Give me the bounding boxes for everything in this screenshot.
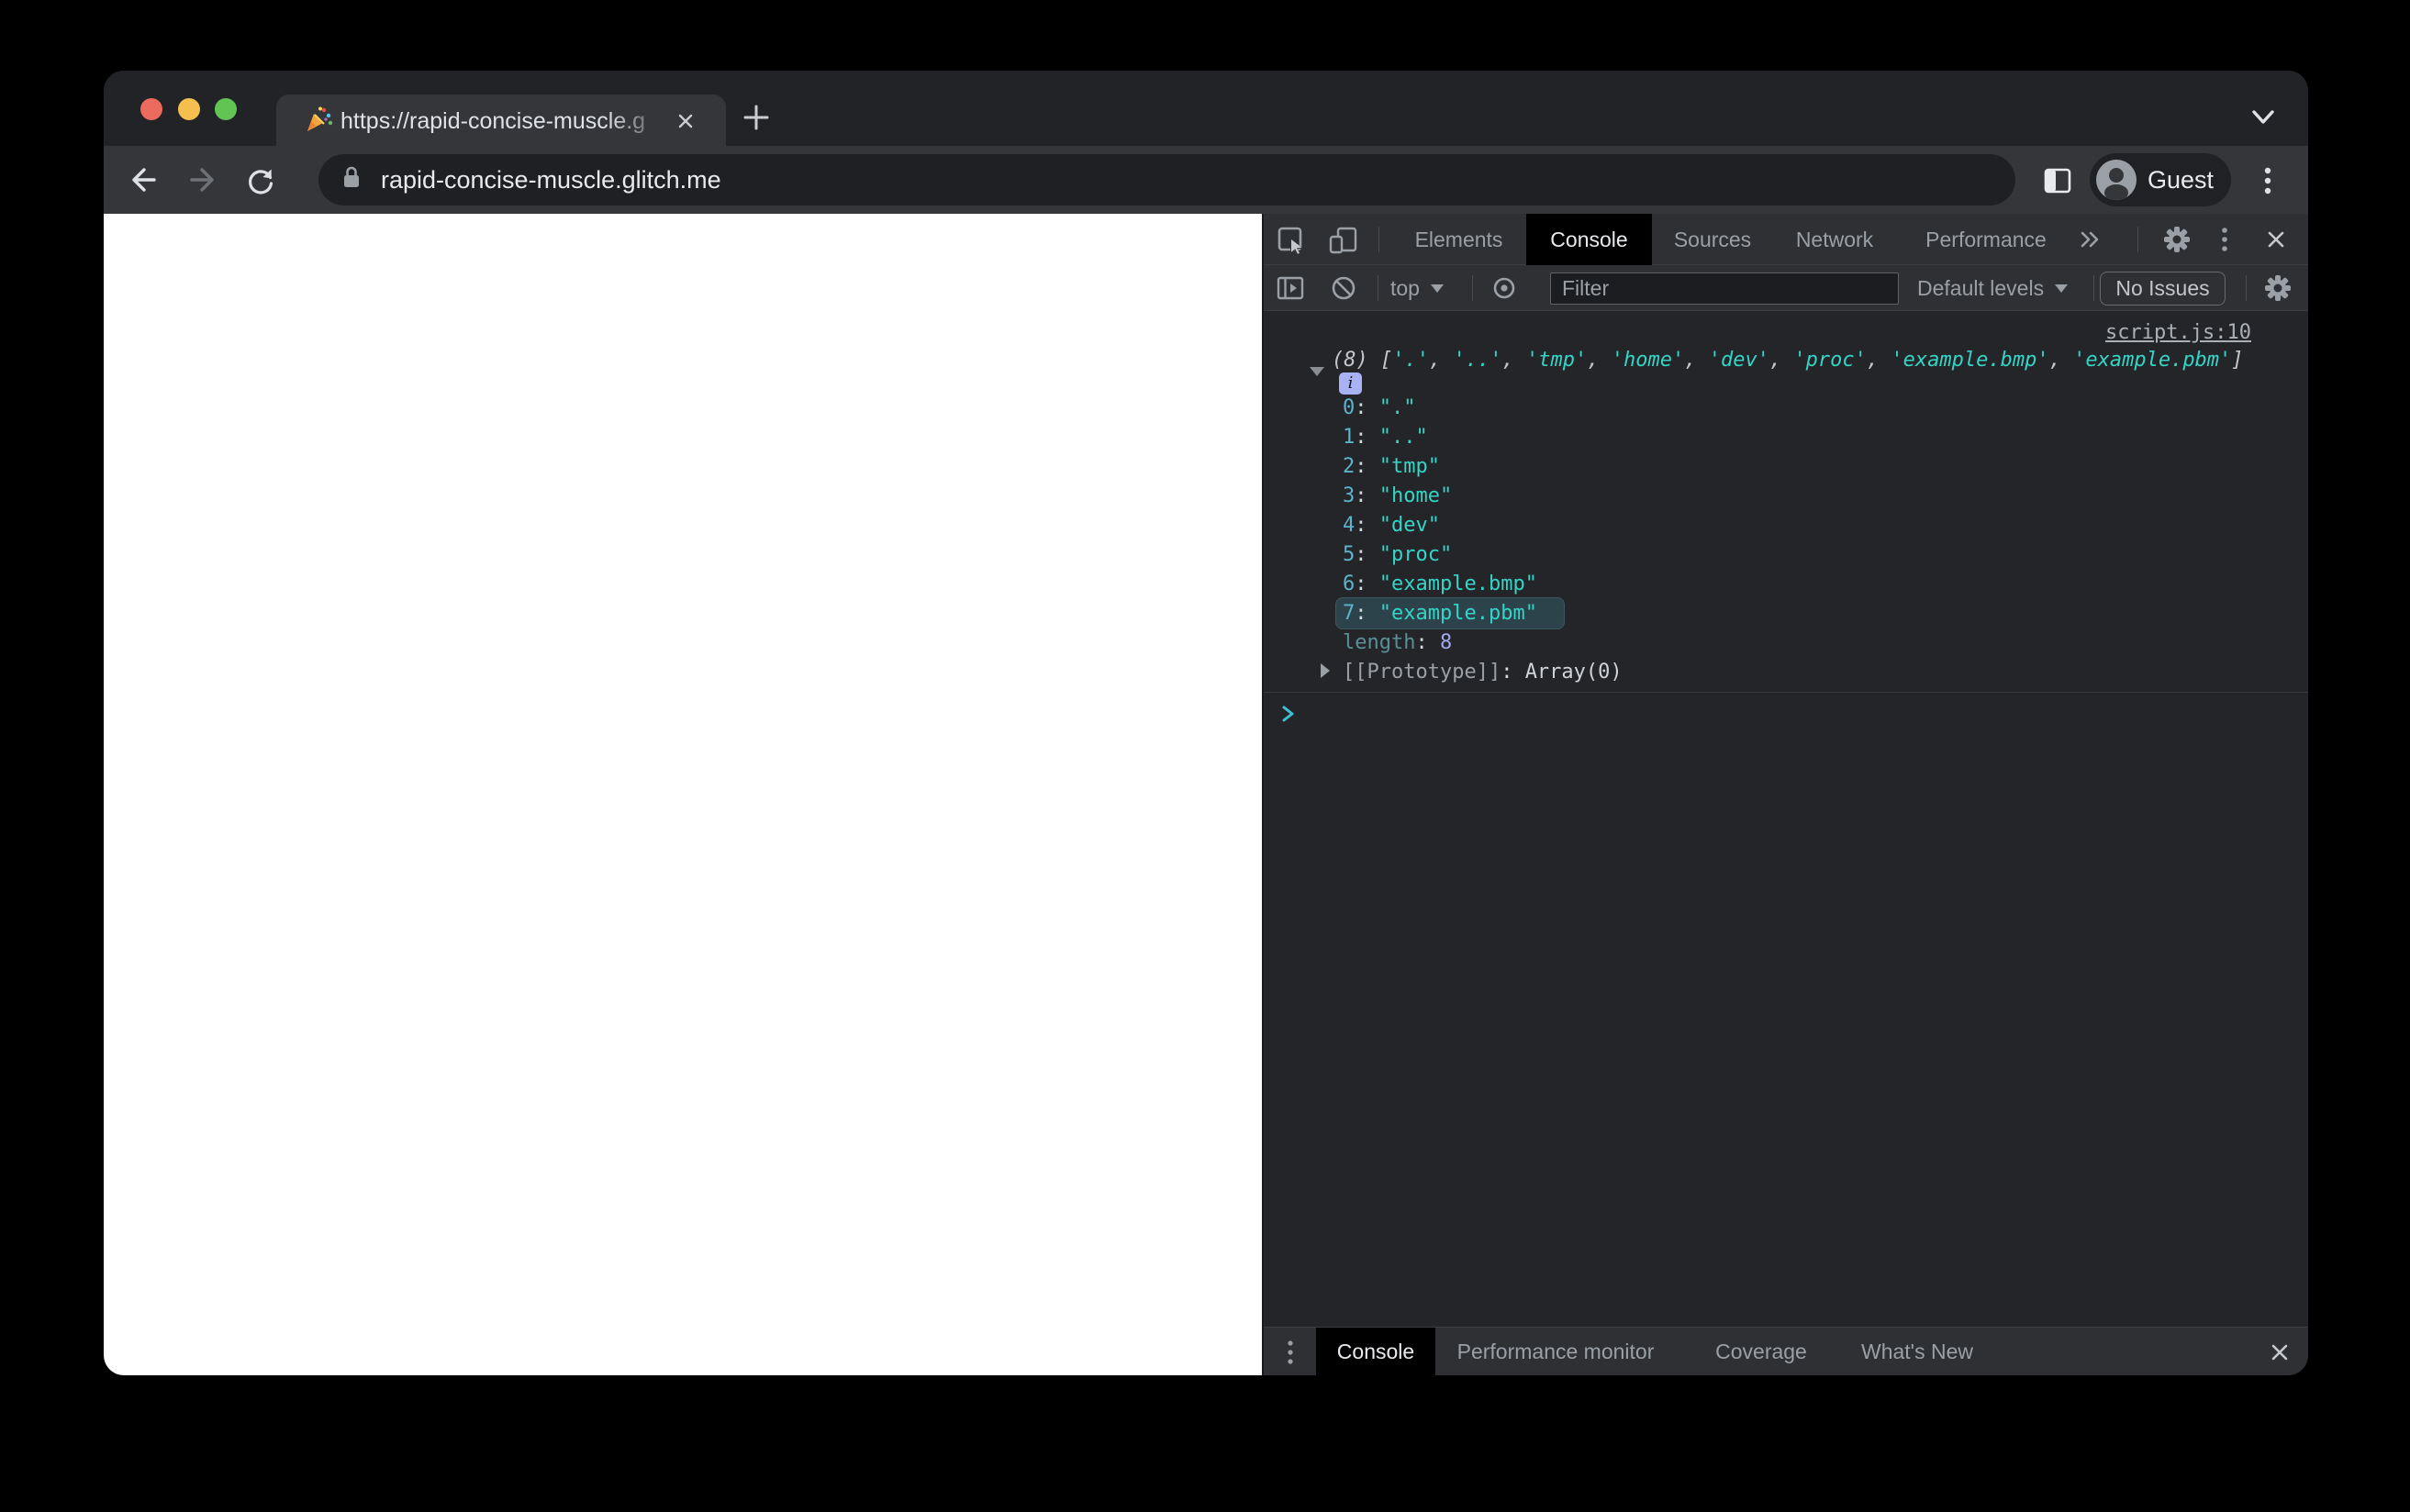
tab-elements-label: Elements: [1414, 227, 1503, 251]
issues-counter[interactable]: No Issues: [2100, 272, 2226, 306]
tab-close-icon[interactable]: [676, 112, 695, 130]
browser-window: https://rapid-concise-muscle.g rapid-con…: [104, 71, 2308, 1375]
reload-icon[interactable]: [245, 165, 276, 201]
devtools-menu-icon[interactable]: [2220, 226, 2229, 253]
inspect-element-icon[interactable]: [1277, 226, 1308, 257]
tab-network-label: Network: [1795, 227, 1874, 251]
evaluated-info-icon[interactable]: i: [1339, 372, 1362, 395]
tab-sources[interactable]: Sources: [1668, 214, 1757, 265]
drawer-tab-performance-monitor-label: Performance monitor: [1456, 1339, 1655, 1363]
log-levels-label: Default levels: [1917, 275, 2045, 300]
console-sidebar-icon[interactable]: [1277, 276, 1304, 300]
drawer-tab-coverage[interactable]: Coverage: [1706, 1328, 1816, 1375]
tab-console[interactable]: Console: [1526, 214, 1652, 265]
address-bar[interactable]: rapid-concise-muscle.glitch.me: [318, 154, 2015, 206]
array-entry[interactable]: 2: "tmp": [1343, 452, 1440, 482]
array-entry[interactable]: 4: "dev": [1343, 511, 1440, 540]
log-levels-selector[interactable]: Default levels: [1917, 265, 2069, 311]
prompt-divider: [1264, 692, 2308, 693]
drawer-tab-console-label: Console: [1336, 1339, 1415, 1363]
settings-gear-icon[interactable]: [2163, 226, 2191, 253]
minimize-window-button[interactable]: [178, 98, 200, 120]
context-selector[interactable]: top: [1390, 265, 1444, 311]
profile-button[interactable]: Guest: [2090, 153, 2231, 206]
avatar: [2096, 160, 2137, 200]
prototype-row[interactable]: [[Prototype]]: Array(0): [1321, 658, 1623, 687]
page-content: [104, 214, 1262, 1375]
back-icon[interactable]: [128, 165, 159, 199]
forward-icon[interactable]: [187, 165, 218, 199]
tab-performance[interactable]: Performance: [1917, 214, 2055, 265]
console-prompt-input[interactable]: [1304, 700, 2222, 729]
tab-network[interactable]: Network: [1789, 214, 1880, 265]
device-toolbar-icon[interactable]: [1328, 226, 1359, 255]
clear-console-icon[interactable]: [1330, 274, 1357, 302]
array-length-row[interactable]: length: 8: [1343, 628, 1452, 658]
tab-elements[interactable]: Elements: [1411, 214, 1507, 265]
tab-title: https://rapid-concise-muscle.g: [340, 108, 646, 134]
array-entry[interactable]: 3: "home": [1343, 482, 1452, 511]
array-entry[interactable]: 6: "example.bmp": [1343, 570, 1537, 599]
profile-label: Guest: [2148, 165, 2215, 194]
more-tabs-icon[interactable]: [2079, 229, 2101, 250]
party-popper-icon: [304, 106, 333, 139]
tab-sources-label: Sources: [1673, 227, 1752, 251]
filter-input[interactable]: [1550, 272, 1899, 305]
drawer-tab-console[interactable]: Console: [1316, 1328, 1435, 1375]
chevron-down-icon: [1430, 284, 1444, 293]
array-entry-highlighted[interactable]: 7: "example.pbm": [1343, 599, 1537, 628]
chevron-down-icon: [2055, 284, 2069, 293]
live-expression-eye-icon[interactable]: [1490, 275, 1519, 301]
issues-label: No Issues: [2115, 276, 2210, 300]
expander-open-icon[interactable]: [1310, 367, 1324, 376]
drawer-tab-performance-monitor[interactable]: Performance monitor: [1452, 1328, 1659, 1375]
console-prompt-icon[interactable]: [1280, 704, 1297, 729]
browser-tab[interactable]: https://rapid-concise-muscle.g: [276, 94, 726, 146]
context-selector-label: top: [1390, 275, 1420, 300]
address-toolbar: rapid-concise-muscle.glitch.me Guest: [104, 146, 2308, 214]
drawer-tab-coverage-label: Coverage: [1715, 1339, 1807, 1363]
tab-search-chevron-icon[interactable]: [2249, 107, 2277, 132]
drawer-tab-whats-new[interactable]: What's New: [1849, 1328, 1985, 1375]
drawer-close-icon[interactable]: [2270, 1342, 2290, 1362]
console-settings-gear-icon[interactable]: [2264, 274, 2292, 302]
side-panel-icon[interactable]: [2044, 168, 2071, 198]
new-tab-icon[interactable]: [742, 104, 770, 136]
source-location-link[interactable]: script.js:10: [2105, 321, 2251, 344]
tab-performance-label: Performance: [1925, 227, 2047, 251]
array-entry[interactable]: 0: ".": [1343, 394, 1416, 423]
expander-closed-icon[interactable]: [1321, 663, 1330, 678]
drawer-tab-whats-new-label: What's New: [1861, 1339, 1973, 1363]
devtools-panel: Elements Console Sources Network Perform…: [1262, 214, 2308, 1375]
url-text[interactable]: rapid-concise-muscle.glitch.me: [381, 166, 721, 195]
devtools-drawer: Console Performance monitor Coverage Wha…: [1264, 1327, 2308, 1375]
devtools-tabbar: Elements Console Sources Network Perform…: [1264, 214, 2308, 265]
browser-menu-icon[interactable]: [2262, 165, 2273, 201]
array-preview[interactable]: (8) ['.', '..', 'tmp', 'home', 'dev', 'p…: [1332, 346, 2244, 375]
drawer-menu-icon[interactable]: [1286, 1339, 1295, 1366]
devtools-close-icon[interactable]: [2266, 229, 2286, 250]
zoom-window-button[interactable]: [215, 98, 237, 120]
close-window-button[interactable]: [140, 98, 162, 120]
content-row: Elements Console Sources Network Perform…: [104, 214, 2308, 1375]
array-entry[interactable]: 5: "proc": [1343, 540, 1452, 570]
array-entry[interactable]: 1: "..": [1343, 423, 1428, 452]
lock-icon[interactable]: [339, 163, 364, 197]
console-output: script.js:10 (8) ['.', '..', 'tmp', 'hom…: [1264, 311, 2308, 1327]
console-toolbar: top Default levels No Iss: [1264, 265, 2308, 311]
titlebar: https://rapid-concise-muscle.g: [104, 71, 2308, 146]
tab-console-label: Console: [1550, 227, 1628, 251]
